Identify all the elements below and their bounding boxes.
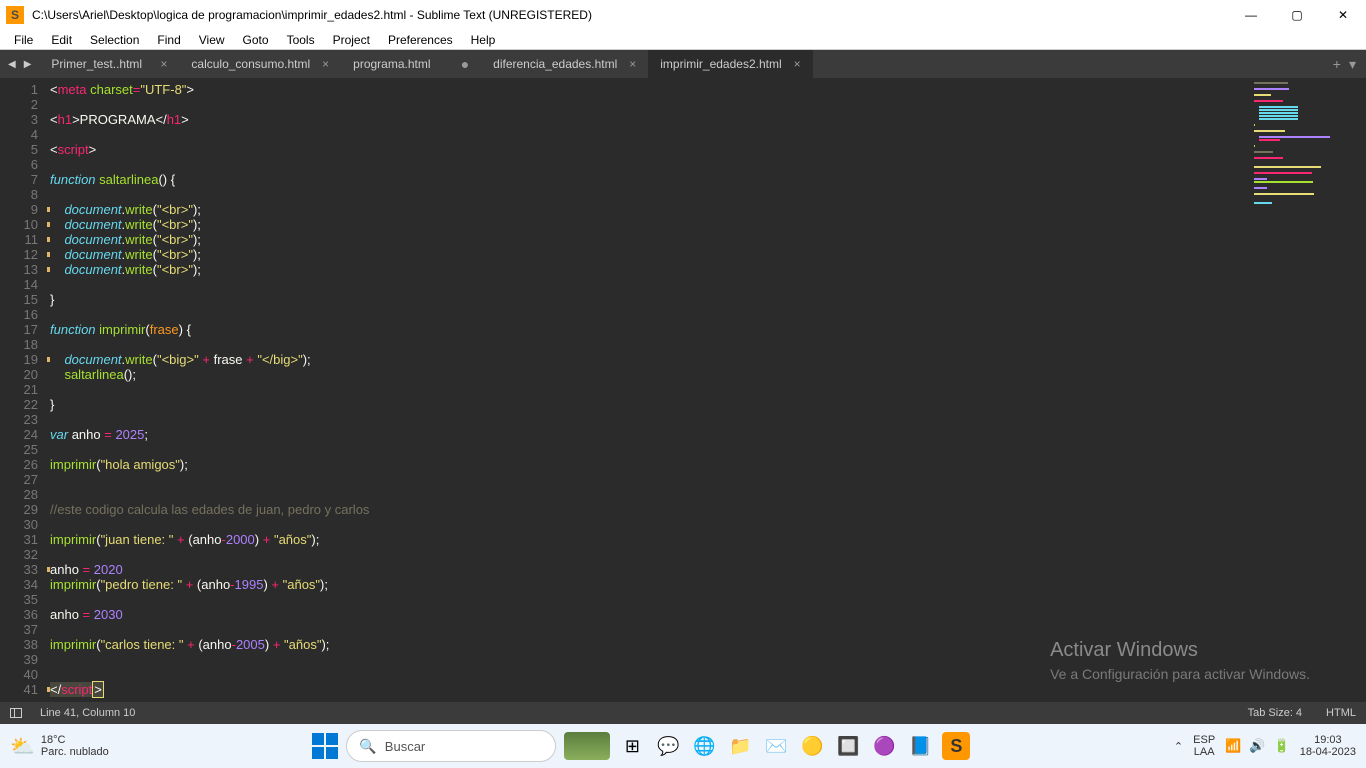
tab-prev[interactable]: ◀ [6, 59, 18, 70]
task-view-icon[interactable]: ⊞ [618, 732, 646, 760]
app-icon: S [6, 6, 24, 24]
tab-label: diferencia_edades.html [493, 57, 617, 71]
app-icon-1[interactable]: 🔲 [834, 732, 862, 760]
tab-programa[interactable]: programa.html ● [341, 50, 481, 78]
tab-close-icon[interactable]: × [322, 57, 329, 71]
weather-temp: 18°C [41, 734, 109, 746]
menu-help[interactable]: Help [463, 31, 504, 49]
titlebar-text: C:\Users\Ariel\Desktop\logica de program… [32, 8, 1228, 22]
tab-label: Primer_test..html [51, 57, 142, 71]
minimize-button[interactable]: — [1228, 0, 1274, 30]
chat-icon[interactable]: 💬 [654, 732, 682, 760]
clock[interactable]: 19:03 18-04-2023 [1300, 734, 1356, 758]
close-button[interactable]: ✕ [1320, 0, 1366, 30]
menu-edit[interactable]: Edit [43, 31, 80, 49]
weather-icon: ⛅ [10, 734, 35, 759]
maximize-button[interactable]: ▢ [1274, 0, 1320, 30]
editor[interactable]: 1234567891011121314151617181920212223242… [0, 78, 1366, 702]
statusbar: Line 41, Column 10 Tab Size: 4 HTML [0, 702, 1366, 724]
weather-desc: Parc. nublado [41, 746, 109, 758]
tabbar: ◀ ▶ Primer_test..html × calculo_consumo.… [0, 50, 1366, 78]
tab-label: imprimir_edades2.html [660, 57, 781, 71]
tab-diferencia-edades[interactable]: diferencia_edades.html × [481, 50, 648, 78]
start-button[interactable] [312, 733, 338, 759]
battery-icon[interactable]: 🔋 [1274, 738, 1290, 754]
menu-view[interactable]: View [191, 31, 233, 49]
syntax-mode[interactable]: HTML [1326, 707, 1356, 719]
tab-next[interactable]: ▶ [22, 59, 34, 70]
tray-chevron[interactable]: ⌃ [1174, 740, 1183, 753]
explorer-icon[interactable]: 📁 [726, 732, 754, 760]
tab-label: programa.html [353, 57, 430, 71]
panel-icon[interactable] [10, 708, 22, 718]
search-highlight[interactable] [564, 732, 610, 760]
sublime-icon[interactable]: S [942, 732, 970, 760]
chrome-icon[interactable]: 🟡 [798, 732, 826, 760]
tab-calculo-consumo[interactable]: calculo_consumo.html × [179, 50, 341, 78]
titlebar: S C:\Users\Ariel\Desktop\logica de progr… [0, 0, 1366, 30]
menu-project[interactable]: Project [325, 31, 378, 49]
menu-selection[interactable]: Selection [82, 31, 147, 49]
app-icon-2[interactable]: 🟣 [870, 732, 898, 760]
weather-widget[interactable]: ⛅ 18°C Parc. nublado [10, 734, 109, 759]
tab-close-icon[interactable]: × [160, 57, 167, 71]
code-area[interactable]: <meta charset="UTF-8"> <h1>PROGRAMA</h1>… [50, 78, 1366, 702]
taskbar: ⛅ 18°C Parc. nublado 🔍 Buscar ⊞ 💬 🌐 📁 ✉️… [0, 724, 1366, 768]
line-gutter: 1234567891011121314151617181920212223242… [0, 78, 50, 702]
tab-label: calculo_consumo.html [191, 57, 310, 71]
word-icon[interactable]: 📘 [906, 732, 934, 760]
tab-primer-test[interactable]: Primer_test..html × [39, 50, 179, 78]
tab-close-icon[interactable]: × [629, 57, 636, 71]
edge-icon[interactable]: 🌐 [690, 732, 718, 760]
menu-find[interactable]: Find [149, 31, 188, 49]
menu-preferences[interactable]: Preferences [380, 31, 461, 49]
menu-tools[interactable]: Tools [279, 31, 323, 49]
tab-menu-button[interactable]: ▾ [1349, 56, 1356, 73]
tab-size[interactable]: Tab Size: 4 [1248, 707, 1302, 719]
taskbar-search[interactable]: 🔍 Buscar [346, 730, 556, 762]
menu-file[interactable]: File [6, 31, 41, 49]
mail-icon[interactable]: ✉️ [762, 732, 790, 760]
minimap[interactable] [1254, 82, 1364, 282]
menubar: File Edit Selection Find View Goto Tools… [0, 30, 1366, 50]
cursor-position: Line 41, Column 10 [40, 707, 135, 719]
search-placeholder: Buscar [385, 739, 425, 754]
tab-close-icon[interactable]: × [794, 57, 801, 71]
menu-goto[interactable]: Goto [235, 31, 277, 49]
language-indicator[interactable]: ESP LAA [1193, 734, 1215, 758]
search-icon: 🔍 [359, 738, 376, 755]
tab-modified-icon: ● [461, 56, 469, 72]
tab-imprimir-edades2[interactable]: imprimir_edades2.html × [648, 50, 812, 78]
wifi-icon[interactable]: 📶 [1225, 738, 1241, 754]
tab-add-button[interactable]: + [1333, 56, 1341, 73]
volume-icon[interactable]: 🔊 [1249, 738, 1265, 754]
